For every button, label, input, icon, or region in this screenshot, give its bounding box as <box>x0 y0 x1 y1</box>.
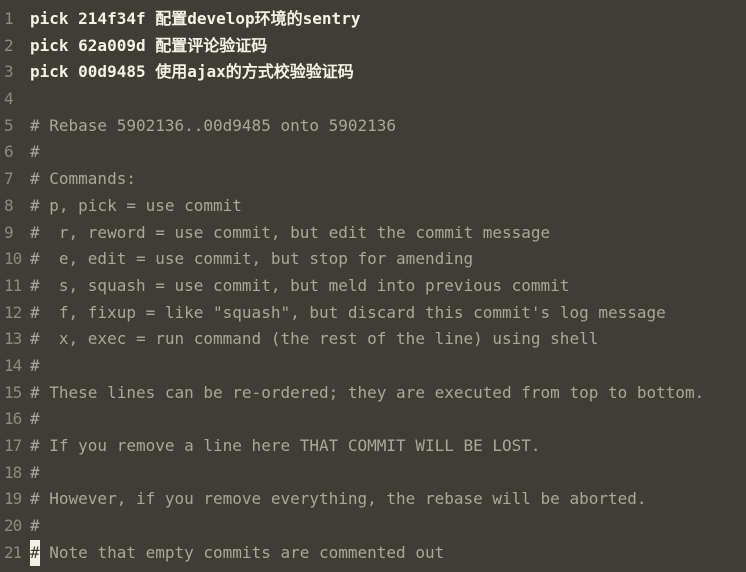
line-text[interactable]: # <box>30 139 746 166</box>
line-text[interactable]: # Rebase 5902136..00d9485 onto 5902136 <box>30 113 746 140</box>
line-text[interactable]: # These lines can be re-ordered; they ar… <box>30 380 746 407</box>
editor-line[interactable]: 2 pick 62a009d 配置评论验证码 <box>0 33 746 60</box>
line-number: 5 <box>4 115 14 135</box>
editor-line[interactable]: 15 # These lines can be re-ordered; they… <box>0 380 746 407</box>
line-number: 11 <box>4 275 22 295</box>
editor-line[interactable]: 7 # Commands: <box>0 166 746 193</box>
line-text[interactable]: # r, reword = use commit, but edit the c… <box>30 220 746 247</box>
line-text[interactable]: # <box>30 406 746 433</box>
editor-line[interactable]: 17 # If you remove a line here THAT COMM… <box>0 433 746 460</box>
line-number: 9 <box>4 222 14 242</box>
line-number: 12 <box>4 302 22 322</box>
line-number: 19 <box>4 489 22 509</box>
editor-line[interactable]: 1 pick 214f34f 配置develop环境的sentry <box>0 6 746 33</box>
line-number: 2 <box>4 35 14 55</box>
line-text[interactable]: # p, pick = use commit <box>30 193 746 220</box>
line-text[interactable]: pick 00d9485 使用ajax的方式校验验证码 <box>30 59 746 86</box>
editor-line[interactable]: 21 # Note that empty commits are comment… <box>0 539 746 567</box>
line-text[interactable]: pick 214f34f 配置develop环境的sentry <box>30 6 746 33</box>
editor-line[interactable]: 8 # p, pick = use commit <box>0 193 746 220</box>
line-text[interactable]: # <box>30 353 746 380</box>
editor-line[interactable]: 6 # <box>0 139 746 166</box>
line-number: 7 <box>4 169 14 189</box>
line-text[interactable]: # s, squash = use commit, but meld into … <box>30 273 746 300</box>
line-number: 15 <box>4 382 22 402</box>
line-number: 8 <box>4 195 14 215</box>
editor-line[interactable]: 18 # <box>0 460 746 487</box>
line-number: 6 <box>4 142 14 162</box>
line-number: 20 <box>4 516 22 536</box>
editor-line[interactable]: 11 # s, squash = use commit, but meld in… <box>0 273 746 300</box>
line-number: 21 <box>4 542 22 562</box>
editor-line[interactable]: 14 # <box>0 353 746 380</box>
line-number: 4 <box>4 89 14 109</box>
line-number: 3 <box>4 62 14 82</box>
editor-line[interactable]: 5 # Rebase 5902136..00d9485 onto 5902136 <box>0 113 746 140</box>
line-text[interactable]: # <box>30 460 746 487</box>
line-number: 18 <box>4 462 22 482</box>
line-text[interactable]: # However, if you remove everything, the… <box>30 486 746 513</box>
editor-line[interactable]: 12 # f, fixup = like "squash", but disca… <box>0 300 746 327</box>
line-number: 1 <box>4 9 14 28</box>
line-text-rest: Note that empty commits are commented ou… <box>39 542 445 562</box>
editor-line[interactable]: 19 # However, if you remove everything, … <box>0 486 746 513</box>
line-number: 10 <box>4 249 22 269</box>
line-text[interactable]: # Note that empty commits are commented … <box>30 539 746 567</box>
editor-line[interactable]: 9 # r, reword = use commit, but edit the… <box>0 220 746 247</box>
line-number: 14 <box>4 355 22 375</box>
line-text[interactable]: # Commands: <box>30 166 746 193</box>
line-text[interactable]: # If you remove a line here THAT COMMIT … <box>30 433 746 460</box>
line-text[interactable]: # f, fixup = like "squash", but discard … <box>30 300 746 327</box>
line-text[interactable]: # <box>30 513 746 540</box>
line-text[interactable]: pick 62a009d 配置评论验证码 <box>30 33 746 60</box>
line-number: 16 <box>4 409 22 429</box>
editor-line[interactable]: 3 pick 00d9485 使用ajax的方式校验验证码 <box>0 59 746 86</box>
line-text[interactable]: # e, edit = use commit, but stop for ame… <box>30 246 746 273</box>
line-text[interactable]: # x, exec = run command (the rest of the… <box>30 326 746 353</box>
editor-line[interactable]: 4 <box>0 86 746 113</box>
editor-line[interactable]: 16 # <box>0 406 746 433</box>
line-number: 13 <box>4 329 22 349</box>
line-text[interactable] <box>30 86 746 113</box>
rebase-todo-editor[interactable]: 1 pick 214f34f 配置develop环境的sentry 2 pick… <box>0 0 746 572</box>
editor-line[interactable]: 10 # e, edit = use commit, but stop for … <box>0 246 746 273</box>
text-cursor[interactable]: # <box>30 539 40 567</box>
line-number: 17 <box>4 436 22 455</box>
editor-line[interactable]: 20 # <box>0 513 746 540</box>
editor-line[interactable]: 13 # x, exec = run command (the rest of … <box>0 326 746 353</box>
